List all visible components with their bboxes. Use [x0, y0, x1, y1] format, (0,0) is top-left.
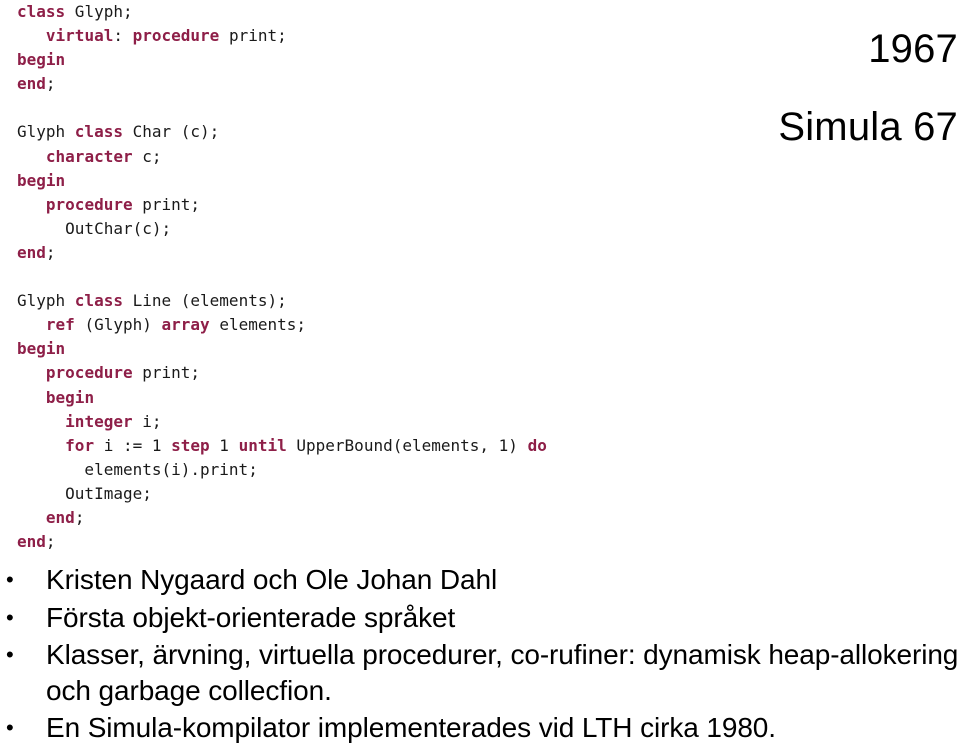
code-line: integer i;	[17, 410, 717, 434]
code-line: character c;	[17, 145, 717, 169]
code-text: ;	[45, 74, 56, 94]
code-keyword: for	[65, 435, 95, 455]
code-line: for i := 1 step 1 until UpperBound(eleme…	[17, 434, 717, 458]
bullet-text: Första objekt-orienterade språket	[46, 602, 456, 633]
code-keyword: begin	[17, 170, 66, 190]
bullet-item: • En Simula-kompilator implementerades vi…	[0, 709, 960, 747]
bullet-marker-icon: •	[6, 715, 14, 740]
code-text: i := 1	[94, 435, 172, 455]
bullet-text: En Simula-kompilator implementerades vid…	[46, 712, 776, 743]
code-text: OutChar(c);	[17, 218, 172, 238]
code-keyword: begin	[45, 387, 95, 407]
code-text: Char (c);	[122, 122, 220, 142]
code-line: begin	[17, 48, 717, 72]
code-keyword: ref	[45, 315, 75, 335]
code-text: elements(i).print;	[17, 459, 258, 479]
code-text: ;	[74, 507, 85, 527]
code-keyword: end	[45, 507, 75, 527]
code-text: ;	[45, 532, 56, 552]
code-keyword: virtual	[45, 26, 114, 46]
code-text: UpperBound(elements, 1)	[286, 435, 528, 455]
code-text: i;	[132, 411, 162, 431]
code-keyword: class	[74, 122, 123, 142]
code-line: elements(i).print;	[17, 458, 717, 482]
code-keyword: end	[17, 74, 46, 94]
bullet-item: • Klasser, ärvning, virtuella procedurer,…	[0, 637, 960, 709]
code-line: begin	[17, 169, 717, 193]
code-keyword: end	[17, 242, 46, 262]
code-line: end;	[17, 72, 717, 96]
code-keyword: procedure	[45, 194, 133, 214]
code-line: procedure print;	[17, 193, 717, 217]
code-text: Glyph	[17, 122, 75, 142]
code-line: Glyph class Char (c);	[17, 120, 717, 144]
code-keyword: character	[45, 146, 133, 166]
bullet-text: Klasser, ärvning, virtuella procedurer, …	[46, 639, 959, 706]
code-keyword: begin	[17, 339, 66, 359]
code-keyword: array	[161, 315, 210, 335]
code-line: procedure print;	[17, 361, 717, 385]
code-line: end;	[17, 530, 717, 554]
code-line: begin	[17, 337, 717, 361]
code-keyword: end	[17, 532, 46, 552]
code-keyword: class	[74, 291, 123, 311]
code-text: print;	[132, 363, 201, 383]
bullet-marker-icon: •	[6, 642, 14, 667]
bullet-marker-icon: •	[6, 605, 14, 630]
code-line: virtual: procedure print;	[17, 24, 717, 48]
code-listing: class Glyph; virtual: procedure print; be…	[17, 0, 717, 554]
code-line: begin	[17, 386, 717, 410]
code-line: OutChar(c);	[17, 217, 717, 241]
code-text: elements;	[209, 315, 307, 335]
bullet-marker-icon: •	[6, 567, 14, 592]
code-text: :	[113, 26, 133, 46]
code-keyword: step	[171, 435, 210, 455]
bullet-list: • Kristen Nygaard och Ole Johan Dahl • Förs…	[0, 561, 960, 747]
bullet-item: • Första objekt-orienterade språket	[0, 599, 960, 637]
code-line: ref (Glyph) array elements;	[17, 313, 717, 337]
code-text: 1	[209, 435, 239, 455]
code-text: Glyph	[17, 291, 75, 311]
code-line: class Glyph;	[17, 0, 717, 24]
code-keyword: procedure	[45, 363, 133, 383]
code-keyword: do	[527, 435, 547, 455]
code-line: end;	[17, 241, 717, 265]
code-text: print;	[219, 26, 287, 46]
code-text: print;	[132, 194, 201, 214]
code-text: Line (elements);	[122, 291, 287, 311]
bullet-text: Kristen Nygaard och Ole Johan Dahl	[46, 564, 498, 595]
code-keyword: integer	[65, 411, 133, 431]
bullet-item: • Kristen Nygaard och Ole Johan Dahl	[0, 561, 960, 599]
code-line: Glyph class Line (elements);	[17, 289, 717, 313]
code-text: OutImage;	[17, 483, 152, 503]
code-text: c;	[132, 146, 162, 166]
code-line: OutImage;	[17, 482, 717, 506]
code-line: end;	[17, 506, 717, 530]
code-text: Glyph;	[65, 2, 133, 21]
code-keyword: procedure	[132, 26, 220, 46]
code-keyword: class	[17, 2, 66, 21]
code-text: (Glyph)	[74, 315, 162, 335]
code-keyword: begin	[17, 50, 66, 70]
code-keyword: until	[238, 435, 287, 455]
code-text: ;	[45, 242, 56, 262]
slide-canvas: 1967 Simula 67 class Glyph; virtual: pro…	[0, 0, 960, 748]
